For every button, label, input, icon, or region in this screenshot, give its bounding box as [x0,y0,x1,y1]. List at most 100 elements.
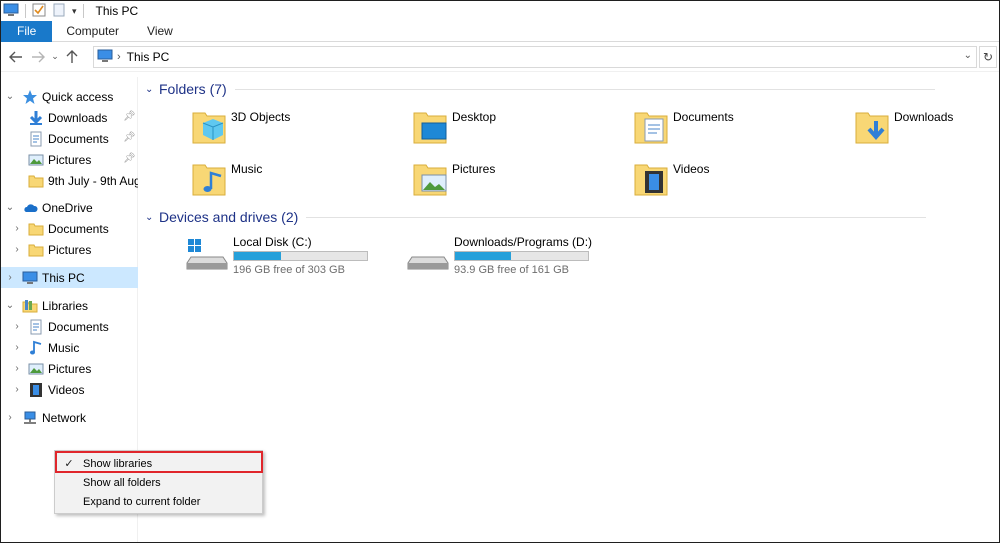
address-dropdown-icon[interactable]: ⌄ [964,50,972,61]
highlight-box [55,451,263,473]
pin-icon[interactable]: 📌︎ [123,111,136,122]
nav-lib-documents[interactable]: › Documents [1,316,138,337]
folder-label: 3D Objects [231,110,291,124]
nav-qa-pictures[interactable]: Pictures 📌︎ [1,149,138,170]
new-folder-icon[interactable] [52,3,66,20]
folder-3d-objects[interactable]: 3D Objects [191,105,290,153]
expanded-chevron-icon[interactable]: ⌄ [4,300,16,311]
collapsed-chevron-icon[interactable]: › [11,321,23,332]
pictures-icon [413,164,447,196]
refresh-icon[interactable]: ↻ [979,46,997,68]
folder-videos[interactable]: Videos [633,157,709,205]
folder-pictures[interactable]: Pictures [412,157,495,205]
breadcrumb-chevron-icon[interactable]: › [117,51,121,63]
group-title: Folders (7) [159,81,227,97]
menu-item-show-all-folders[interactable]: Show all folders [55,473,262,492]
nav-lib-videos[interactable]: › Videos [1,379,138,400]
quick-access-toolbar: ▾ [1,1,90,21]
collapsed-chevron-icon[interactable]: › [11,223,23,234]
downloads-icon [855,112,889,144]
folder-documents[interactable]: Documents [633,105,734,153]
drive-free-space: 93.9 GB free of 161 GB [454,264,569,276]
nav-quick-access[interactable]: ⌄ Quick access [1,86,138,107]
collapsed-chevron-icon[interactable]: › [11,342,23,353]
up-arrow-icon[interactable] [61,46,83,68]
nav-onedrive[interactable]: ⌄ OneDrive [1,197,138,218]
folder-desktop[interactable]: Desktop [412,105,496,153]
drive-usage-bar [233,251,368,261]
computer-icon[interactable] [3,3,19,20]
nav-qa-folder[interactable]: 9th July - 9th August [1,170,138,191]
ribbon-tabs: File Computer View [1,21,999,42]
pin-icon[interactable]: 📌︎ [123,153,136,164]
drive-usage-fill [234,252,281,260]
group-collapse-chevron-icon[interactable]: ⌄ [145,84,159,95]
nav-label: Documents [48,319,109,334]
collapsed-chevron-icon[interactable]: › [11,363,23,374]
folder-downloads[interactable]: Downloads [854,105,953,153]
star-icon [22,89,38,105]
nav-label: Documents [48,221,109,236]
collapsed-chevron-icon[interactable]: › [4,412,16,423]
windows-drive-icon [186,239,228,270]
folder-label: Music [231,162,263,176]
group-collapse-chevron-icon[interactable]: ⌄ [145,212,159,223]
nav-label: This PC [42,270,85,285]
drive-name: Downloads/Programs (D:) [454,235,593,249]
3d-objects-icon [192,112,226,144]
recent-locations-chevron-icon[interactable]: ⌄ [49,46,61,68]
music-icon [192,164,226,196]
tab-file[interactable]: File [1,21,53,42]
nav-lib-pictures[interactable]: › Pictures [1,358,138,379]
expanded-chevron-icon[interactable]: ⌄ [4,91,16,102]
drive-name: Local Disk (C:) [233,235,312,249]
folder-label: Desktop [452,110,497,124]
nav-label: OneDrive [42,200,93,215]
breadcrumb-this-pc[interactable]: This PC [127,50,170,64]
nav-libraries[interactable]: ⌄ Libraries [1,295,138,316]
nav-qa-downloads[interactable]: Downloads 📌︎ [1,107,138,128]
properties-icon[interactable] [32,3,46,20]
nav-onedrive-documents[interactable]: › Documents [1,218,138,239]
collapsed-chevron-icon[interactable]: › [11,244,23,255]
this-pc-icon [97,49,113,66]
nav-label: Pictures [48,242,92,257]
nav-this-pc[interactable]: › This PC [1,267,138,288]
folder-label: Pictures [452,162,496,176]
desktop-icon [413,112,447,144]
nav-onedrive-pictures[interactable]: › Pictures [1,239,138,260]
documents-icon [28,131,44,147]
tab-computer[interactable]: Computer [52,21,133,42]
address-bar[interactable]: › This PC ⌄ [93,46,977,68]
nav-label: Pictures [48,152,92,167]
forward-arrow-icon[interactable] [27,46,49,68]
group-header-devices[interactable]: ⌄ Devices and drives (2) [145,206,927,228]
menu-item-expand-to-current-folder[interactable]: Expand to current folder [55,492,262,511]
nav-lib-music[interactable]: › Music [1,337,138,358]
collapsed-chevron-icon[interactable]: › [4,272,16,283]
folder-icon [28,173,44,189]
nav-label: Quick access [42,89,114,104]
computer-icon [22,270,38,286]
tab-view[interactable]: View [133,21,187,42]
nav-label: Libraries [42,298,89,313]
drive-c[interactable]: Local Disk (C:) 196 GB free of 303 GB [185,235,368,279]
group-title: Devices and drives (2) [159,209,299,225]
libraries-icon [22,298,38,314]
folder-icon [28,221,44,237]
nav-network[interactable]: › Network [1,407,138,428]
title-bar: ▾ This PC [1,1,999,21]
content-pane: ⌄ Folders (7) 3D Objects Desktop Documen… [139,77,999,542]
expanded-chevron-icon[interactable]: ⌄ [4,202,16,213]
nav-qa-documents[interactable]: Documents 📌︎ [1,128,138,149]
back-arrow-icon[interactable] [5,46,27,68]
folder-music[interactable]: Music [191,157,262,205]
customize-toolbar-dropdown-icon[interactable]: ▾ [72,6,77,17]
collapsed-chevron-icon[interactable]: › [11,384,23,395]
drive-d[interactable]: Downloads/Programs (D:) 93.9 GB free of … [406,235,592,279]
explorer-window: ▾ This PC File Computer View ⌄ › This PC… [0,0,1000,543]
window-title: This PC [95,4,139,18]
videos-icon [634,164,668,196]
pin-icon[interactable]: 📌︎ [123,132,136,143]
group-header-folders[interactable]: ⌄ Folders (7) [145,78,935,100]
